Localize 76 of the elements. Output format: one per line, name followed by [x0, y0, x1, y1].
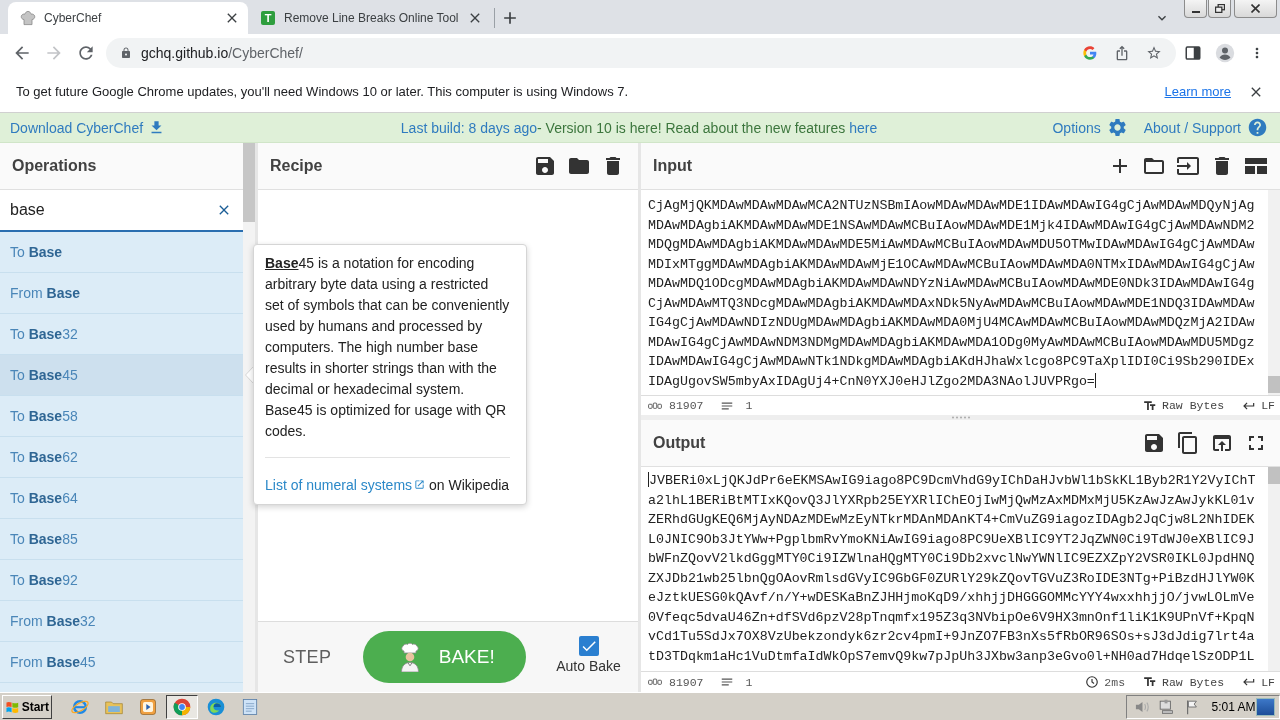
taskbar-app-button[interactable]: [166, 694, 198, 719]
characters-icon: [648, 401, 662, 410]
character-count: 81907: [669, 399, 704, 412]
save-icon[interactable]: [533, 154, 557, 178]
browser-tab[interactable]: T Remove Line Breaks Online Tool: [248, 2, 488, 34]
show-desktop-button[interactable]: [1255, 697, 1275, 716]
chef-hat-icon: [20, 10, 36, 26]
auto-bake-label: Auto Bake: [556, 658, 621, 674]
ring-logo-icon: [172, 696, 192, 717]
share-icon[interactable]: [1114, 44, 1130, 61]
start-button[interactable]: Start: [2, 694, 52, 719]
window-close-button[interactable]: [1234, 0, 1277, 18]
bake-time: 2ms: [1104, 675, 1126, 689]
bake-button[interactable]: BAKE!: [363, 631, 527, 683]
panel-title: Operations: [12, 157, 97, 175]
letter-g-icon[interactable]: [1082, 44, 1098, 61]
panel-title: Recipe: [270, 157, 323, 175]
text-format-icon: [1143, 675, 1158, 689]
tooltip-source: List of numeral systems on Wikipedia: [265, 476, 510, 495]
save-icon[interactable]: [1142, 431, 1166, 455]
line-count: 1: [745, 399, 753, 412]
text-cursor: [1094, 372, 1096, 388]
notice-text: - Version 10 is here! Read about the new features here: [537, 119, 878, 136]
lock-icon[interactable]: [120, 46, 132, 59]
tooltip-text: Base45 is a notation for encoding arbitrary byte data using a restricted set of symbols that can be conveniently used by humans and processed by computers. The high number base results in shorter strings than with the decimal or hexadecimal system.: [265, 254, 510, 399]
import-icon[interactable]: [1176, 154, 1200, 178]
auto-bake-checkbox[interactable]: [578, 636, 599, 656]
restore-button[interactable]: [1208, 0, 1231, 18]
operation-item[interactable]: To Base45: [0, 355, 243, 396]
browser-tab[interactable]: CyberChef: [8, 2, 248, 34]
options-button[interactable]: Options: [1052, 117, 1128, 138]
scrollbar-thumb[interactable]: [243, 143, 255, 222]
about-button[interactable]: About / Support: [1143, 117, 1268, 138]
tooltip-text: Base45 is optimized for usage with QR codes.: [265, 401, 508, 441]
step-button[interactable]: STEP: [283, 646, 332, 668]
infobar-message: To get future Google Chrome updates, you'll need Windows 10 or later. This computer is using Windows 7.: [16, 84, 629, 99]
site-favicon: T: [261, 11, 275, 25]
notice-link[interactable]: here: [849, 119, 878, 136]
close-icon: [1251, 4, 1260, 13]
chef-icon: [398, 642, 421, 672]
download-link[interactable]: Download CyberChef: [10, 119, 166, 136]
address-field[interactable]: gchq.github.io/CyberChef/: [106, 37, 1176, 68]
taskbar-clock[interactable]: 5:01 AM: [1211, 699, 1256, 714]
minimize-button[interactable]: [1184, 0, 1207, 18]
input-field[interactable]: CjAgMjQKMDAwMDAwMDAwMCA2NTUzNSBmIAowMDAwMDAwMDE1IDAwMDAwIG4gCjAwMDAwMDQyNjAg MDAwMDAgbiAKMDAwMDAwMDE1NSAwMDAwMCBuIAowMDAwMDE1Mjk4IDAwMDAwIG4gCjAwMDAwNDM2 MDQgMDAwMDAgbiAKMDAwMDAwMDE5MiAwMDAwMCBuIAowMDAwMDU5OTMwIDAwMDAwIG4gCjAwMDAw MDIxMTggMDAwMDAgbiAKMDAwMDAwMjE1OCAwMDAwMCBuIAowMDAwMDA0NTMxIDAwMDAwIG4gCjAw MDAwMDQ1ODcgMDAwMDAgbiAKMDAwMDAwNDYzNiAwMDAwMCBuIAowMDAwMDE0NDk3IDAwMDAwIG4g CjAwMDAwMTQ3NDcgMDAwMDAgbiAKMDAwMDAxNDk5NyAwMDAwMCBuIAowMDAwMDE1NDQ3IDAwMDAw IG4gCjAwMDAwNDIzNDUgMDAwMDAgbiAKMDAwMDA0MjU4MCAwMDAwMCBuIAowMDAwMDQzMjA2IDAw MDAwIG4gCjAwMDAwNDM3NDMgMDAwMDAgbiAKMDAwMDA1ODg0MyAwMDAwMCBuIAowMDAwMDU5MDgz IDAwMDAwIG4gCjAwMDAwNTk1NDkgMDAwMDAgbiAKdHJhaWxlcgo8PC9TaXplIDI0Ci9Sb290IDEx IDAgUgovSW5mbyAxIDAgUj4+CnN0YXJ0eHJlZgo2MDA3NAolJUVPRgo=: [641, 190, 1268, 395]
learn-more-link[interactable]: Learn more: [1164, 84, 1231, 99]
resize-handle[interactable]: [950, 416, 971, 419]
clock-icon: [1085, 675, 1100, 689]
line-ending-button[interactable]: LF: [1242, 398, 1275, 413]
sidebar-icon[interactable]: [1184, 43, 1202, 62]
minimize-icon: [1191, 11, 1200, 13]
copy-icon[interactable]: [1176, 431, 1200, 455]
help-icon: [1247, 117, 1268, 138]
text-format-icon: [1143, 398, 1158, 413]
star-icon[interactable]: [1146, 44, 1162, 61]
scrollbar-thumb[interactable]: [1268, 376, 1280, 393]
scrollbar-thumb[interactable]: [1268, 467, 1280, 484]
external-link-icon: [414, 479, 426, 490]
encoding-button[interactable]: Raw Bytes: [1143, 398, 1225, 413]
output-field[interactable]: JVBERi0xLjQKJdPr6eEKMSAwIG9iago8PC9DcmVhdG9yIChDaHJvbWl1bSkKL1Byb2R1Y2VyIChT a2lhL1BERiBtMTIxKQovQ3JlYXRpb25EYXRlIChEOjIwMjQwMzAxMDMxMjU5KzAwJzAwJykKL01v ZERhdGUgKEQ6MjAyNDAzMDEwMzEyNTkrMDAnMDAnKT4+CmVuZG9iagozIDAgb2JqCjw8L2NhIDEK L0JNIC9Ob3JtYWw+PgplbmRvYmoKNiAwIG9iago8PC9UeXBlIC9YT2JqZWN0Ci9TdWJ0eXBlIC9J bWFnZQovV2lkdGggMTY0Ci9IZWlnaHQgMTY0Ci9Db2xvclNwYWNlIC9EZXZpY2VSR0IKL0JpdHNQ ZXJDb21wb25lbnQgOAovRmlsdGVyIC9GbGF0ZURlY29kZQovTGVuZ3RoIDE3NTg+PiBzdHJlYW0K eJztkUESG0kQAvf/n/Y+wDESKaBnZJHHjmoKqD9/xhhjjDHGGGOMMcYYY4wxxhhjjO/jvwLOLmVe 0Vfeqc5dvaU46Zn+dfSVd6pzV28pTnqmfx195Z3q3NVbipOe6V9HX3mnOnf1liK1K9UPnVf+KpqN vCd1Tu5SdJx7OX8VzUbekzondyk6zr2cv4pmI+9JnZO7FB3nXs5fRbOR96SOs+sJ3dJdig7lrt4a tD3TDqkm1aHc1VuDtmfaIdWkOpS7emvQ9kw7pJpUh3JXbw3anp3eGvo0l+NH0ad7HdqelSzODP1L: [641, 467, 1268, 671]
panel-title: Output: [653, 434, 706, 452]
profile-icon[interactable]: [1215, 42, 1235, 63]
build-info: Last build: 8 days ago: [400, 119, 538, 136]
restore-icon: [1214, 4, 1225, 13]
characters-icon: [648, 678, 662, 686]
wikipedia-link[interactable]: List of numeral systems: [265, 477, 426, 493]
line-count: 1: [745, 675, 753, 689]
panel-title: Input: [653, 157, 693, 175]
character-count: 81907: [669, 675, 704, 689]
text-cursor: [648, 472, 649, 487]
network-icon[interactable]: [1158, 697, 1176, 716]
swirl-icon: [206, 696, 226, 717]
notepad-icon: [240, 696, 260, 717]
line-ending-button[interactable]: LF: [1242, 675, 1275, 689]
encoding-button[interactable]: Raw Bytes: [1143, 675, 1225, 689]
media-player-icon: [138, 696, 158, 717]
